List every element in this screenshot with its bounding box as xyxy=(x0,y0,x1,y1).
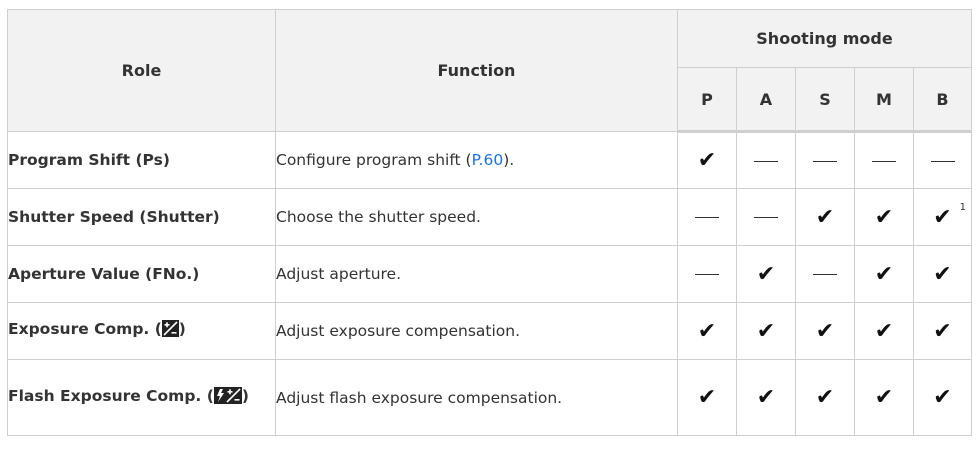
role-text: Flash Exposure Comp. ( xyxy=(8,386,214,405)
role-cell: Exposure Comp. () xyxy=(7,302,276,360)
checkmark-icon: ✔ xyxy=(756,261,776,287)
page-link[interactable]: P.60 xyxy=(472,151,504,169)
checkmark-icon: ✔ xyxy=(756,318,776,344)
checkmark-icon: ✔ xyxy=(874,204,894,230)
mode-cell-m: ✔ xyxy=(854,188,914,246)
table-row: Flash Exposure Comp. () Adjust flash exp… xyxy=(7,359,972,436)
checkmark-icon: ✔ xyxy=(697,318,717,344)
mode-cell-p: ✔ xyxy=(677,302,737,360)
mode-cell-s: ✔ xyxy=(795,188,855,246)
header-role: Role xyxy=(7,9,276,132)
dash-icon xyxy=(872,160,896,162)
exposure-comp-icon xyxy=(161,320,179,345)
role-cell: Flash Exposure Comp. () xyxy=(7,359,276,436)
mode-cell-s: ✔ xyxy=(795,359,855,436)
mode-cell-b: ✔ xyxy=(913,302,972,360)
mode-cell-b: ✔ xyxy=(913,359,972,436)
header-function: Function xyxy=(275,9,678,132)
table-row: Exposure Comp. () Adjust exposure compen… xyxy=(7,302,972,360)
dash-icon xyxy=(930,160,955,162)
mode-cell-m: ✔ xyxy=(854,359,914,436)
mode-cell-p: ✔ xyxy=(677,131,737,189)
mode-cell-s: ✔ xyxy=(795,302,855,360)
function-text-end: ). xyxy=(503,151,515,169)
checkmark-icon: ✔ xyxy=(933,204,952,230)
dash-icon xyxy=(813,160,837,162)
checkmark-icon: ✔ xyxy=(933,385,952,410)
header-mode-m: M xyxy=(854,67,914,133)
checkmark-icon: ✔ xyxy=(815,204,835,230)
mode-cell-s xyxy=(795,245,855,303)
mode-cell-m: ✔ xyxy=(854,245,914,303)
mode-cell-m: ✔ xyxy=(854,302,914,360)
checkmark-icon: ✔ xyxy=(697,148,717,173)
mode-cell-b: ✔ xyxy=(913,245,972,303)
mode-cell-m xyxy=(854,131,914,189)
mode-cell-a xyxy=(736,131,796,189)
mode-cell-b: ✔ 1 xyxy=(913,188,972,246)
mode-cell-a xyxy=(736,188,796,246)
checkmark-icon: ✔ xyxy=(874,385,894,410)
role-cell: Program Shift (Ps) xyxy=(7,131,276,189)
checkmark-icon: ✔ xyxy=(756,385,776,410)
table-row: Shutter Speed (Shutter) Choose the shutt… xyxy=(7,188,972,246)
function-cell: Choose the shutter speed. xyxy=(275,188,678,246)
function-cell: Adjust exposure compensation. xyxy=(275,302,678,360)
role-cell: Aperture Value (FNo.) xyxy=(7,245,276,303)
checkmark-icon: ✔ xyxy=(815,318,835,344)
header-mode-a: A xyxy=(736,67,796,133)
dash-icon xyxy=(813,274,837,275)
function-cell: Adjust aperture. xyxy=(275,245,678,303)
checkmark-icon: ✔ xyxy=(874,318,894,344)
role-text: Exposure Comp. ( xyxy=(8,320,162,339)
dash-icon xyxy=(754,217,778,218)
header-mode-s: S xyxy=(795,67,855,133)
checkmark-icon: ✔ xyxy=(933,261,952,287)
function-cell: Adjust flash exposure compensation. xyxy=(275,359,678,436)
header-mode-b: B xyxy=(913,67,972,133)
table-row: Aperture Value (FNo.) Adjust aperture. ✔… xyxy=(7,245,972,303)
mode-cell-b xyxy=(913,131,972,189)
checkmark-icon: ✔ xyxy=(933,318,952,344)
dash-icon xyxy=(754,160,778,162)
mode-cell-p xyxy=(677,188,737,246)
flash-exposure-comp-icon xyxy=(213,386,242,412)
table-row: Program Shift (Ps) Configure program shi… xyxy=(7,131,972,189)
header-mode-p: P xyxy=(677,67,737,133)
checkmark-icon: ✔ xyxy=(874,261,894,287)
header-shooting-mode: Shooting mode xyxy=(677,9,972,68)
mode-cell-a: ✔ xyxy=(736,302,796,360)
checkmark-icon: ✔ xyxy=(815,385,835,410)
role-text-end: ) xyxy=(241,386,249,405)
role-function-table: Role Function Shooting mode P A S M B Pr… xyxy=(7,9,972,436)
mode-cell-a: ✔ xyxy=(736,245,796,303)
role-cell: Shutter Speed (Shutter) xyxy=(7,188,276,246)
mode-cell-a: ✔ xyxy=(736,359,796,436)
footnote-marker: 1 xyxy=(959,202,966,213)
mode-cell-p xyxy=(677,245,737,303)
mode-cell-s xyxy=(795,131,855,189)
mode-cell-p: ✔ xyxy=(677,359,737,436)
function-text: Configure program shift ( xyxy=(276,151,472,169)
function-cell: Configure program shift (P.60). xyxy=(275,131,678,189)
dash-icon xyxy=(695,217,719,218)
role-text-end: ) xyxy=(178,320,186,339)
dash-icon xyxy=(695,274,719,275)
checkmark-icon: ✔ xyxy=(697,385,717,410)
